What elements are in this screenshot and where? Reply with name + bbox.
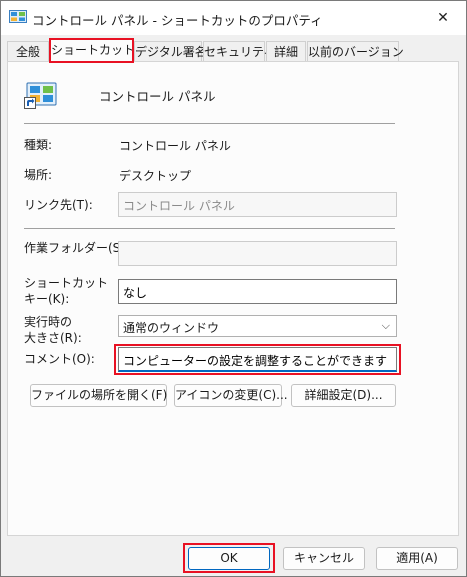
- target-field[interactable]: コントロール パネル: [118, 192, 397, 217]
- close-icon: ✕: [437, 10, 449, 26]
- location-label: 場所:: [24, 168, 53, 182]
- type-label: 種類:: [24, 138, 53, 152]
- advanced-button[interactable]: 詳細設定(D)...: [291, 384, 396, 407]
- tab-strip: 全般 ショートカット デジタル署名 セキュリティ 詳細 以前のバージョン: [7, 38, 460, 63]
- comment-input[interactable]: コンピューターの設定を調整することができます: [118, 347, 397, 372]
- tab-security[interactable]: セキュリティ: [203, 41, 275, 61]
- tab-general[interactable]: 全般: [7, 41, 49, 61]
- open-file-location-button[interactable]: ファイルの場所を開く(F): [30, 384, 167, 407]
- cancel-button[interactable]: キャンセル: [283, 547, 365, 570]
- run-label-line1: 実行時の: [24, 315, 73, 329]
- change-icon-button[interactable]: アイコンの変更(C)...: [174, 384, 288, 407]
- shortcut-panel: コントロール パネル 種類: コントロール パネル 場所: デスクトップ リンク…: [7, 61, 459, 536]
- run-size-select[interactable]: 通常のウィンドウ ⌵: [118, 315, 397, 337]
- separator: [24, 123, 395, 124]
- run-label-line2: 大きさ(R):: [24, 331, 82, 345]
- window-title: コントロール パネル - ショートカットのプロパティ: [32, 13, 323, 28]
- hotkey-label-line1: ショートカット: [24, 276, 109, 290]
- shortcut-name: コントロール パネル: [99, 89, 216, 104]
- apply-button[interactable]: 適用(A): [376, 547, 458, 570]
- location-value: デスクトップ: [119, 169, 192, 183]
- chevron-down-icon: ⌵: [381, 319, 390, 332]
- workdir-field[interactable]: [118, 241, 397, 266]
- ok-button[interactable]: OK: [188, 547, 270, 570]
- control-panel-icon: [9, 10, 27, 23]
- tab-previous-versions[interactable]: 以前のバージョン: [307, 41, 404, 61]
- hotkey-input[interactable]: なし: [118, 279, 397, 304]
- title-bar: コントロール パネル - ショートカットのプロパティ ✕: [1, 1, 466, 35]
- hotkey-label-line2: キー(K):: [24, 292, 70, 306]
- run-size-value: 通常のウィンドウ: [123, 321, 220, 335]
- separator: [24, 228, 395, 229]
- properties-window: コントロール パネル - ショートカットのプロパティ ✕ 全般 ショートカット …: [0, 0, 467, 577]
- workdir-label: 作業フォルダー(S):: [24, 241, 130, 255]
- comment-label: コメント(O):: [24, 352, 95, 366]
- tab-details[interactable]: 詳細: [266, 41, 306, 61]
- shortcut-icon: [24, 82, 57, 109]
- target-label: リンク先(T):: [24, 198, 93, 212]
- tab-digital-signature[interactable]: デジタル署名: [134, 41, 207, 61]
- tab-shortcut[interactable]: ショートカット: [49, 38, 135, 63]
- close-button[interactable]: ✕: [420, 1, 466, 35]
- type-value: コントロール パネル: [119, 139, 231, 153]
